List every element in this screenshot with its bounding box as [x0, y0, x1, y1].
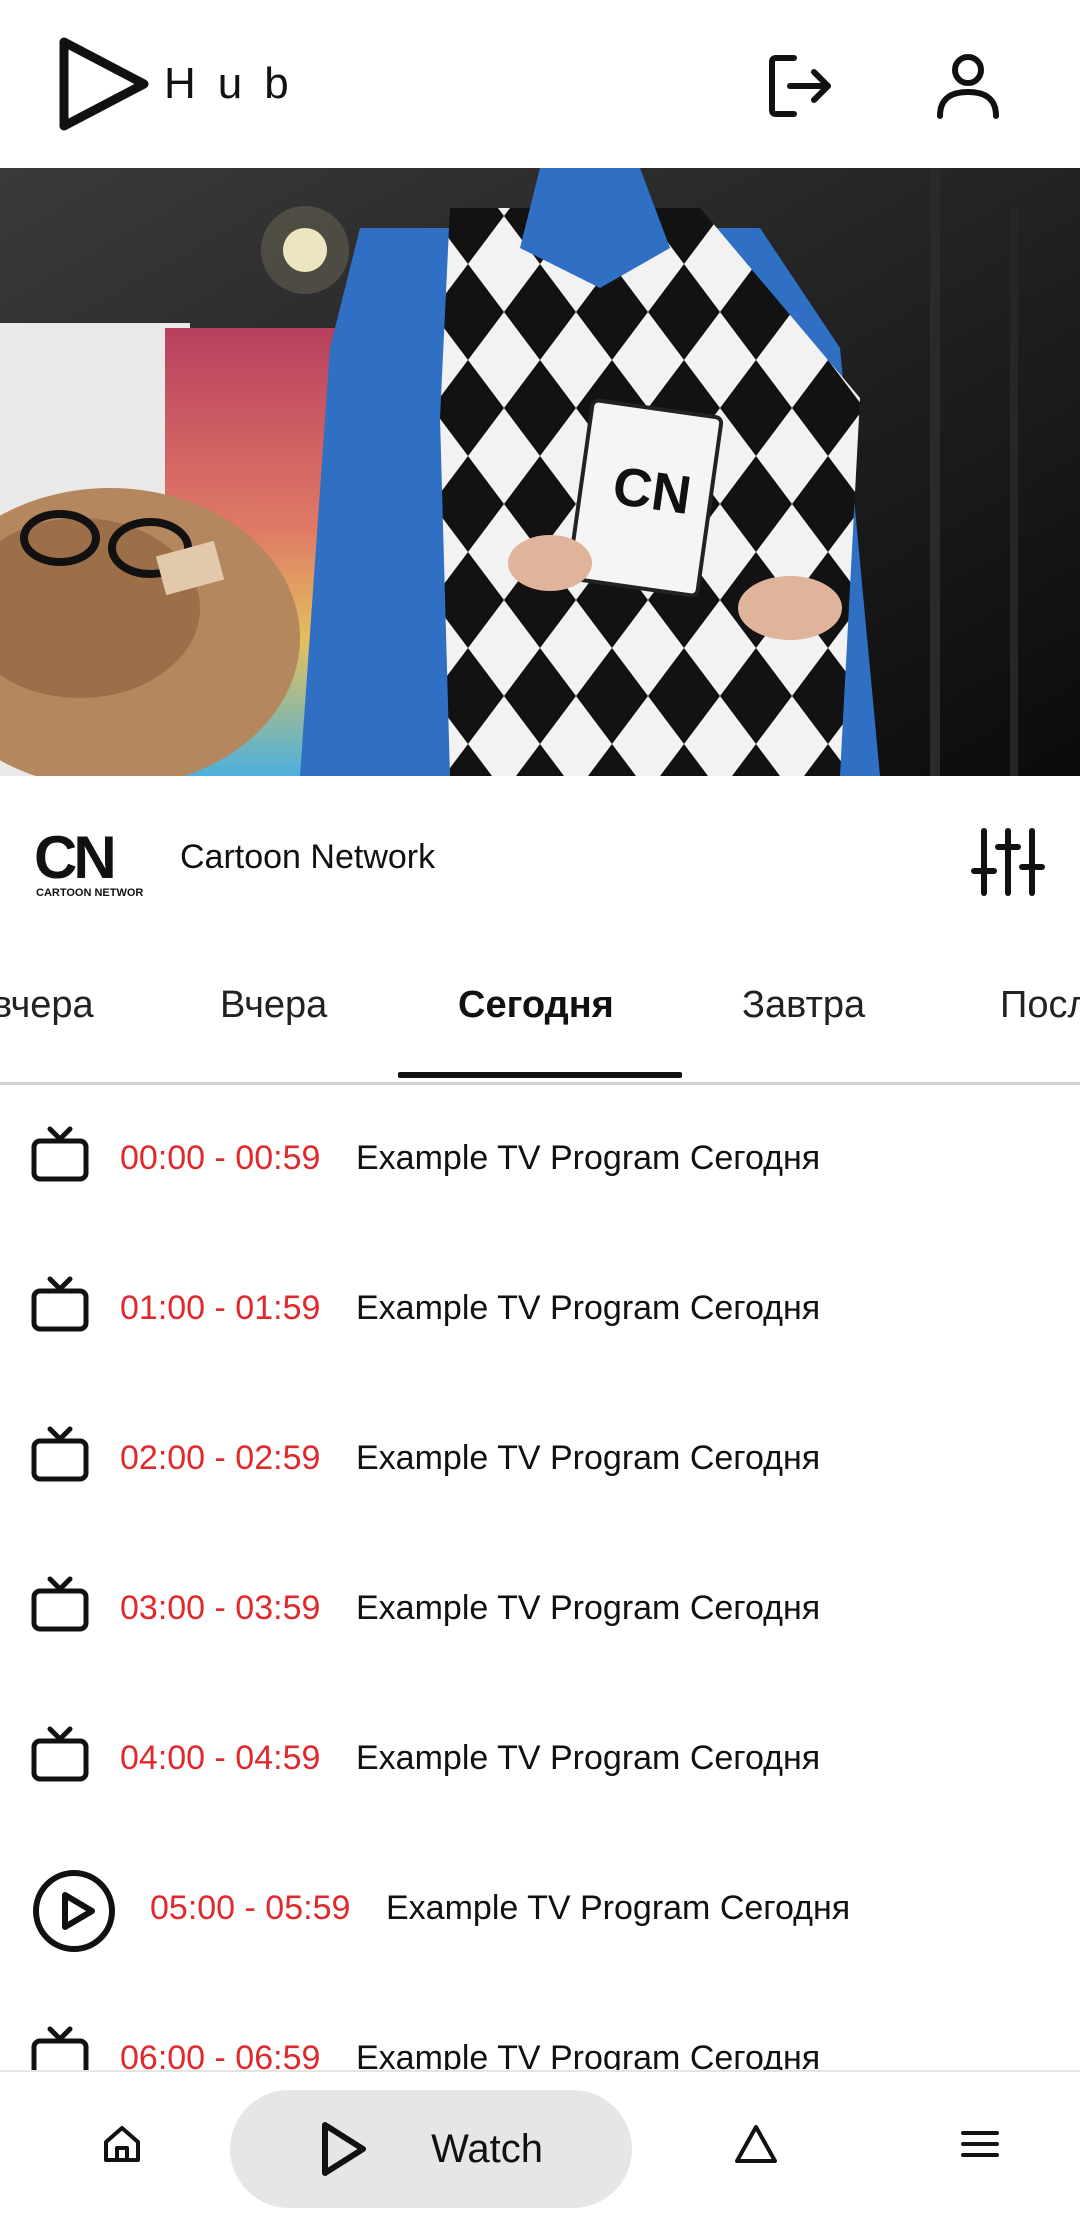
nav-shorts-button[interactable]: [724, 2112, 788, 2176]
svg-text:CN: CN: [34, 824, 113, 891]
tv-icon: [31, 1726, 89, 1782]
program-title: Example TV Program Сегодня: [356, 1139, 821, 1177]
channel-settings-button[interactable]: [968, 822, 1048, 902]
tv-icon: [31, 1426, 89, 1482]
program-row[interactable]: 03:00 - 03:59 Example TV Program Сегодня: [0, 1535, 1080, 1685]
bottom-navigation: Watch: [0, 2070, 1080, 2222]
program-time: 03:00 - 03:59: [120, 1589, 321, 1627]
program-title: Example TV Program Сегодня: [386, 1889, 851, 1927]
channel-logo: CN CARTOON NETWORK: [28, 802, 148, 922]
program-time: 05:00 - 05:59: [150, 1889, 351, 1927]
cartoon-network-logo: CN CARTOON NETWORK: [34, 824, 144, 899]
triangle-icon: [735, 2125, 777, 2163]
program-title: Example TV Program Сегодня: [356, 1739, 821, 1777]
active-tab-indicator: [398, 1072, 682, 1078]
program-title: Example TV Program Сегодня: [356, 1439, 821, 1477]
tv-icon: [31, 1126, 89, 1182]
program-time: 00:00 - 00:59: [120, 1139, 321, 1177]
program-row[interactable]: 04:00 - 04:59 Example TV Program Сегодня: [0, 1685, 1080, 1835]
program-row[interactable]: 01:00 - 01:59 Example TV Program Сегодня: [0, 1235, 1080, 1385]
sliders-icon: [971, 828, 1045, 896]
program-time: 06:00 - 06:59: [120, 2039, 321, 2070]
program-row[interactable]: 00:00 - 00:59 Example TV Program Сегодня: [0, 1085, 1080, 1235]
tv-icon: [31, 2026, 89, 2070]
nav-watch-button[interactable]: Watch: [230, 2090, 632, 2208]
program-row-now-playing[interactable]: 05:00 - 05:59 Example TV Program Сегодня: [0, 1835, 1080, 1985]
program-list: 00:00 - 00:59 Example TV Program Сегодня…: [0, 1085, 1080, 2070]
tv-icon: [31, 1276, 89, 1332]
user-icon: [937, 54, 999, 119]
menu-icon: [961, 2131, 999, 2157]
program-title: Example TV Program Сегодня: [356, 1289, 821, 1327]
app-logo-text: Hub: [164, 59, 311, 108]
tv-icon: [31, 1576, 89, 1632]
tab-yesterday[interactable]: Вчера: [220, 984, 327, 1027]
profile-button[interactable]: [928, 46, 1008, 126]
tab-day-after-tomorrow[interactable]: Посл: [1000, 984, 1080, 1027]
logout-button[interactable]: [760, 46, 840, 126]
play-icon: [322, 2122, 367, 2176]
program-title: Example TV Program Сегодня: [356, 1589, 821, 1627]
home-icon: [104, 2126, 140, 2162]
svg-text:CN: CN: [609, 456, 695, 526]
app-header: Hub: [0, 0, 1080, 168]
video-player[interactable]: CN: [0, 168, 1080, 776]
program-time: 04:00 - 04:59: [120, 1739, 321, 1777]
program-row[interactable]: 02:00 - 02:59 Example TV Program Сегодня: [0, 1385, 1080, 1535]
program-row[interactable]: 06:00 - 06:59 Example TV Program Сегодня: [0, 1985, 1080, 2070]
nav-menu-button[interactable]: [948, 2112, 1012, 2176]
play-logo-icon: [59, 37, 149, 131]
day-tabs: вчера Вчера Сегодня Завтра Посл: [0, 944, 1080, 1085]
program-time: 01:00 - 01:59: [120, 1289, 321, 1327]
tab-today[interactable]: Сегодня: [458, 984, 614, 1027]
video-frame: CN: [0, 168, 1080, 776]
logout-icon: [769, 55, 831, 117]
app-logo[interactable]: Hub: [56, 36, 311, 132]
tab-day-before-yesterday[interactable]: вчера: [0, 984, 94, 1027]
play-circle-icon: [33, 1870, 115, 1952]
program-time: 02:00 - 02:59: [120, 1439, 321, 1477]
nav-watch-label: Watch: [431, 2126, 543, 2171]
channel-info: CN CARTOON NETWORK Cartoon Network: [0, 776, 1080, 944]
nav-home-button[interactable]: [90, 2112, 154, 2176]
svg-text:CARTOON NETWORK: CARTOON NETWORK: [36, 887, 144, 899]
channel-name: Cartoon Network: [180, 838, 436, 876]
tab-tomorrow[interactable]: Завтра: [742, 984, 865, 1027]
program-title: Example TV Program Сегодня: [356, 2039, 821, 2070]
